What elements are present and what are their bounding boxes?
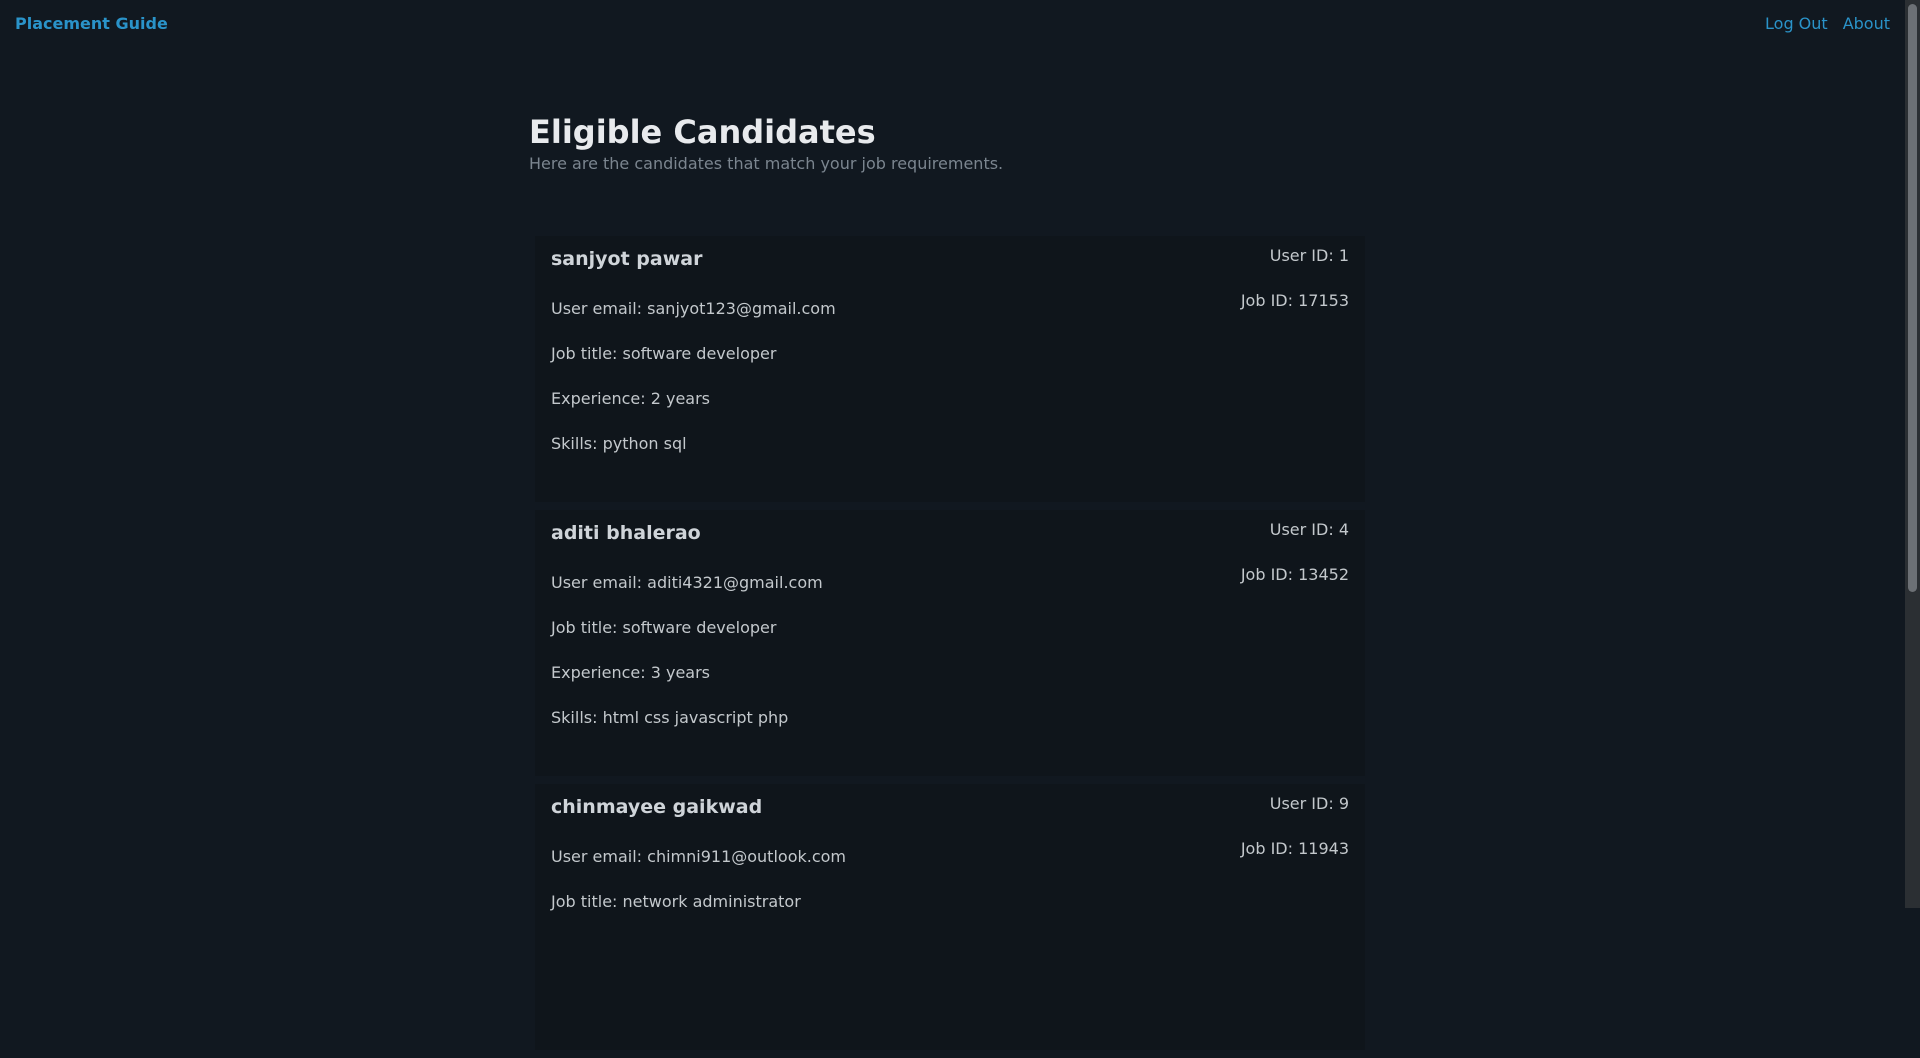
candidate-user-id: User ID: 1 <box>1269 246 1349 265</box>
logout-link[interactable]: Log Out <box>1765 14 1828 33</box>
page-scrollbar[interactable] <box>1905 0 1920 908</box>
candidate-list: sanjyot pawar User ID: 1 Job ID: 17153 U… <box>535 236 1365 1058</box>
main-content: Eligible Candidates Here are the candida… <box>529 112 1369 1050</box>
nav-links: Log Out About <box>1765 14 1890 33</box>
page-title: Eligible Candidates <box>529 113 876 151</box>
candidate-skills: Skills: html css javascript php <box>551 708 789 727</box>
candidate-experience: Experience: 2 years <box>551 389 710 408</box>
candidate-job-id: Job ID: 11943 <box>1240 839 1349 858</box>
candidate-name: sanjyot pawar <box>551 248 703 270</box>
candidate-user-id: User ID: 9 <box>1269 794 1349 813</box>
candidate-user-id: User ID: 4 <box>1269 520 1349 539</box>
about-link[interactable]: About <box>1843 14 1890 33</box>
candidate-job-title: Job title: software developer <box>551 344 777 363</box>
candidate-card: aditi bhalerao User ID: 4 Job ID: 13452 … <box>535 510 1365 776</box>
candidate-email: User email: chimni911@outlook.com <box>551 847 846 866</box>
candidate-name: chinmayee gaikwad <box>551 796 763 818</box>
candidate-email: User email: sanjyot123@gmail.com <box>551 299 836 318</box>
page-subtitle: Here are the candidates that match your … <box>529 154 1004 173</box>
candidate-job-id: Job ID: 13452 <box>1240 565 1349 584</box>
brand-link[interactable]: Placement Guide <box>15 14 168 33</box>
navbar: Placement Guide Log Out About <box>0 0 1905 50</box>
candidate-job-title: Job title: software developer <box>551 618 777 637</box>
candidate-card: sanjyot pawar User ID: 1 Job ID: 17153 U… <box>535 236 1365 502</box>
scrollbar-thumb[interactable] <box>1908 4 1917 592</box>
candidate-experience: Experience: 3 years <box>551 663 710 682</box>
candidate-email: User email: aditi4321@gmail.com <box>551 573 823 592</box>
candidate-card: chinmayee gaikwad User ID: 9 Job ID: 119… <box>535 784 1365 1050</box>
candidate-skills: Skills: python sql <box>551 434 687 453</box>
candidate-name: aditi bhalerao <box>551 522 701 544</box>
candidate-job-title: Job title: network administrator <box>551 892 801 911</box>
candidate-job-id: Job ID: 17153 <box>1240 291 1349 310</box>
